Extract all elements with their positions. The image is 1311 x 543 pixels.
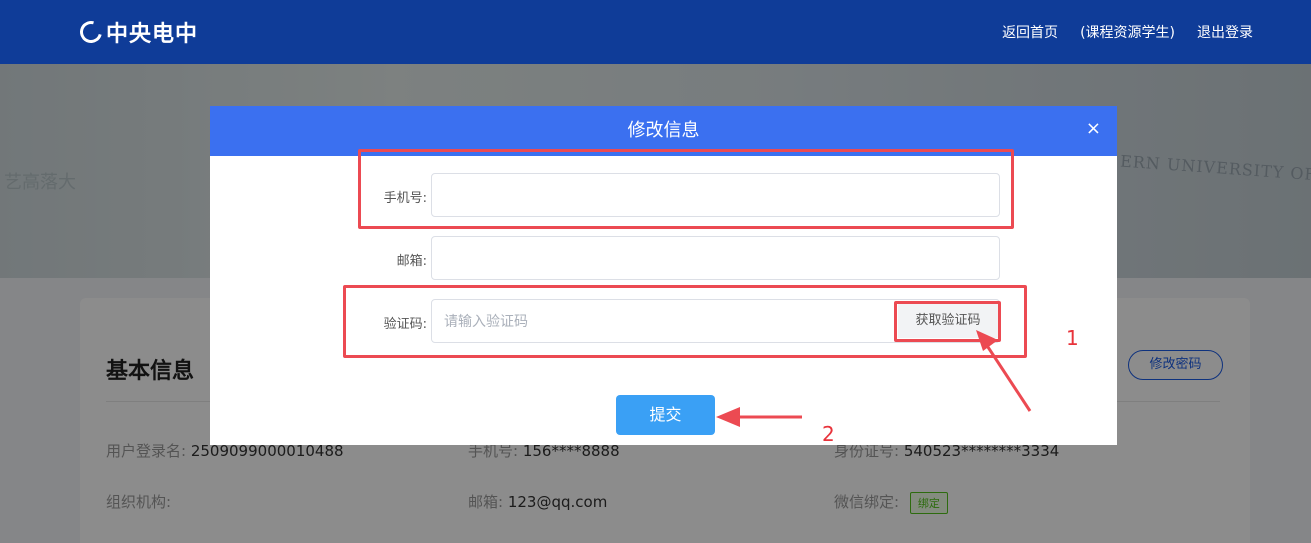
nav-logout-link[interactable]: 退出登录 <box>1197 22 1253 42</box>
top-nav: 返回首页 (课程资源学生) 退出登录 <box>1002 22 1253 42</box>
nav-home-link[interactable]: 返回首页 <box>1002 22 1058 42</box>
get-code-button[interactable]: 获取验证码 <box>898 304 998 338</box>
nav-role-link[interactable]: (课程资源学生) <box>1080 22 1175 42</box>
email-input[interactable] <box>431 236 1000 280</box>
submit-button[interactable]: 提交 <box>616 395 715 435</box>
code-label: 验证码: <box>383 317 427 332</box>
phone-input[interactable] <box>431 173 1000 217</box>
phone-label: 手机号: <box>383 191 427 206</box>
annotation-number-1: 1 <box>1066 326 1079 350</box>
email-label: 邮箱: <box>396 254 427 269</box>
site-logo[interactable]: 中央电中 <box>75 16 199 48</box>
logo-icon <box>75 16 107 48</box>
edit-info-modal: 修改信息 × 手机号: 邮箱: 验证码: 获取验证码 提交 <box>210 106 1117 445</box>
modal-title: 修改信息 <box>627 120 700 141</box>
logo-text: 中央电中 <box>106 22 199 47</box>
close-icon[interactable]: × <box>1086 106 1101 152</box>
top-navbar: 中央电中 返回首页 (课程资源学生) 退出登录 <box>0 0 1311 64</box>
modal-header: 修改信息 × <box>210 106 1117 156</box>
annotation-number-2: 2 <box>822 422 835 446</box>
